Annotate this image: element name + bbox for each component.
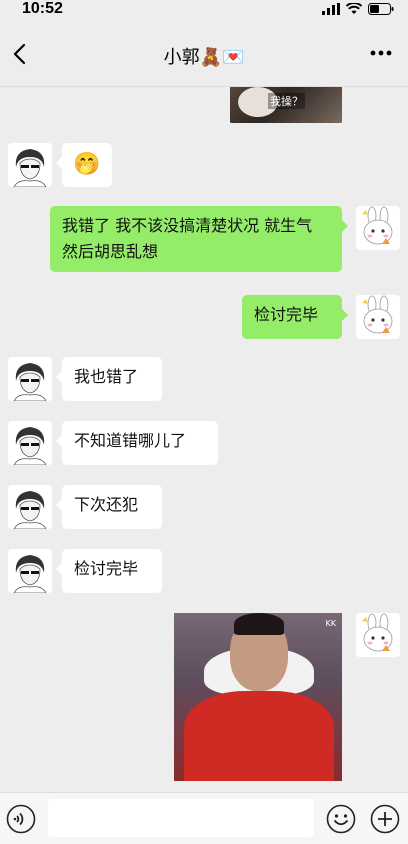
message-bubble[interactable]: 我也错了 xyxy=(56,357,162,401)
image-watermark: KK xyxy=(325,619,337,628)
message-image[interactable]: KK xyxy=(174,613,342,781)
message-bubble[interactable]: 下次还犯 xyxy=(56,485,162,529)
contact-name: 小郭 xyxy=(163,47,200,68)
message-bubble[interactable]: 不知道错哪儿了 xyxy=(56,421,218,465)
anime-boy-avatar-icon xyxy=(8,421,52,465)
anime-boy-avatar-icon xyxy=(8,357,52,401)
chat-header: 小郭🧸💌 xyxy=(0,22,408,87)
status-bar: 10:52 xyxy=(0,0,408,22)
message-text: 检讨完毕 xyxy=(74,559,139,578)
emoji-icon[interactable] xyxy=(326,804,356,834)
message-text: 我错了 我不该没搞清楚状况 就生气 然后胡思乱想 xyxy=(62,216,313,261)
avatar-other[interactable] xyxy=(8,421,52,465)
message-list[interactable]: 我操？ 🤭 我错了 我不该没搞清楚状况 就生气 然后胡思乱想 检讨完毕 我也错了… xyxy=(0,87,408,792)
status-icons xyxy=(322,3,394,15)
status-time: 10:52 xyxy=(22,0,63,17)
message-bubble[interactable]: 检讨完毕 xyxy=(56,549,162,593)
bunny-avatar-icon xyxy=(356,206,400,250)
anime-boy-avatar-icon xyxy=(8,549,52,593)
avatar-other[interactable] xyxy=(8,549,52,593)
input-bar xyxy=(0,792,408,844)
bunny-avatar-icon xyxy=(356,295,400,339)
wifi-icon xyxy=(346,3,362,14)
more-icon[interactable] xyxy=(370,50,392,56)
message-text: 检讨完毕 xyxy=(254,305,319,324)
title-emoji: 🧸💌 xyxy=(199,47,245,68)
top-image-caption: 我操？ xyxy=(268,93,305,109)
message-text: 不知道错哪儿了 xyxy=(74,431,187,450)
message-input[interactable] xyxy=(48,799,314,837)
anime-boy-avatar-icon xyxy=(8,485,52,529)
message-bubble[interactable]: 检讨完毕 xyxy=(242,295,348,339)
message-bubble[interactable]: 🤭 xyxy=(56,143,112,187)
bunny-avatar-icon xyxy=(356,613,400,657)
avatar-other[interactable] xyxy=(8,485,52,529)
avatar-self[interactable] xyxy=(356,295,400,339)
sticker-emoji: 🤭 xyxy=(73,152,101,177)
message-bubble[interactable]: 我错了 我不该没搞清楚状况 就生气 然后胡思乱想 xyxy=(50,206,348,272)
signal-icon xyxy=(322,3,340,15)
message-image-top[interactable]: 我操？ xyxy=(230,87,342,123)
message-text: 下次还犯 xyxy=(74,495,139,514)
avatar-other[interactable] xyxy=(8,357,52,401)
anime-boy-avatar-icon xyxy=(8,143,52,187)
battery-icon xyxy=(368,3,394,15)
plus-icon[interactable] xyxy=(370,804,400,834)
avatar-self[interactable] xyxy=(356,206,400,250)
message-text: 我也错了 xyxy=(74,367,139,386)
avatar-self[interactable] xyxy=(356,613,400,657)
chat-title: 小郭🧸💌 xyxy=(0,43,408,69)
voice-icon[interactable] xyxy=(6,804,36,834)
avatar-other[interactable] xyxy=(8,143,52,187)
